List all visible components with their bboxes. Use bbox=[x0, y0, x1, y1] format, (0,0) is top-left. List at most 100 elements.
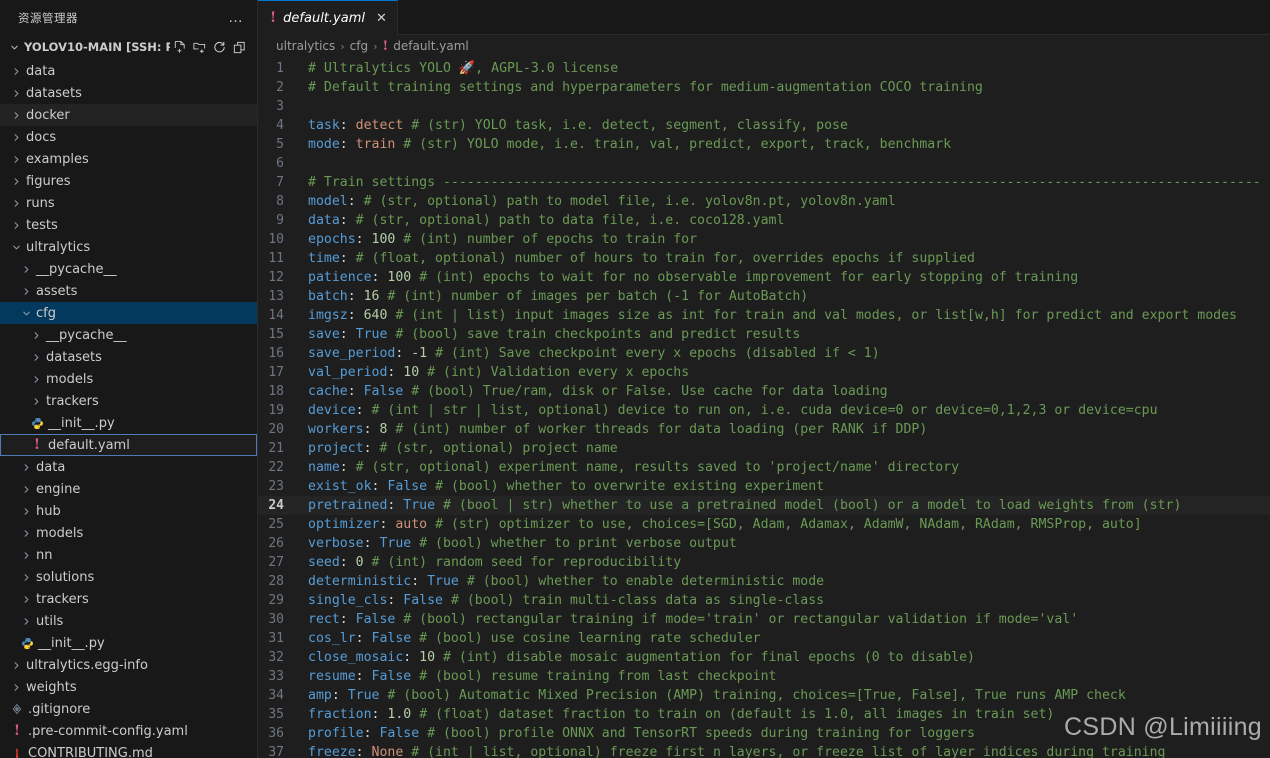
tab-default-yaml[interactable]: ! default.yaml ✕ bbox=[258, 0, 398, 35]
code-line[interactable]: 17 val_period: 10 # (int) Validation ever… bbox=[258, 363, 1270, 382]
code-line[interactable]: 15 save: True # (bool) save train checkpo… bbox=[258, 325, 1270, 344]
chevron-right-icon[interactable] bbox=[18, 286, 34, 297]
code-line[interactable]: 28 deterministic: True # (bool) whether t… bbox=[258, 572, 1270, 591]
code-line[interactable]: 3 bbox=[258, 97, 1270, 116]
code-line[interactable]: 1 # Ultralytics YOLO 🚀, AGPL-3.0 license bbox=[258, 59, 1270, 78]
collapse-all-icon[interactable] bbox=[232, 40, 247, 55]
chevron-right-icon[interactable] bbox=[8, 154, 24, 165]
code-line[interactable]: 7 # Train settings ----------------------… bbox=[258, 173, 1270, 192]
chevron-right-icon[interactable] bbox=[8, 198, 24, 209]
chevron-right-icon[interactable] bbox=[18, 462, 34, 473]
code-line[interactable]: 23 exist_ok: False # (bool) whether to ov… bbox=[258, 477, 1270, 496]
tree-item-default-yaml[interactable]: ! default.yaml bbox=[0, 434, 257, 456]
tree-item-solutions[interactable]: solutions bbox=[0, 566, 257, 588]
code-line[interactable]: 5 mode: train # (str) YOLO mode, i.e. tra… bbox=[258, 135, 1270, 154]
tree-item-data[interactable]: data bbox=[0, 60, 257, 82]
tree-item-cfg[interactable]: cfg bbox=[0, 302, 257, 324]
new-file-icon[interactable] bbox=[172, 40, 187, 55]
chevron-right-icon[interactable] bbox=[8, 682, 24, 693]
code-line[interactable]: 2 # Default training settings and hyperpa… bbox=[258, 78, 1270, 97]
new-folder-icon[interactable] bbox=[192, 40, 207, 55]
code-line[interactable]: 6 bbox=[258, 154, 1270, 173]
tree-item-models[interactable]: models bbox=[0, 522, 257, 544]
code-line[interactable]: 21 project: # (str, optional) project nam… bbox=[258, 439, 1270, 458]
chevron-right-icon[interactable] bbox=[8, 220, 24, 231]
breadcrumb-item-1[interactable]: cfg bbox=[350, 39, 368, 53]
tree-item-tests[interactable]: tests bbox=[0, 214, 257, 236]
tree-item-pycache[interactable]: __pycache__ bbox=[0, 324, 257, 346]
tree-item-init-py[interactable]: __init__.py bbox=[0, 632, 257, 654]
code-line[interactable]: 37 freeze: None # (int | list, optional) … bbox=[258, 743, 1270, 758]
code-line[interactable]: 33 resume: False # (bool) resume training… bbox=[258, 667, 1270, 686]
chevron-right-icon[interactable] bbox=[8, 176, 24, 187]
explorer-more-actions-icon[interactable]: … bbox=[222, 10, 249, 25]
tree-item-utils[interactable]: utils bbox=[0, 610, 257, 632]
tree-item-nn[interactable]: nn bbox=[0, 544, 257, 566]
code-line[interactable]: 30 rect: False # (bool) rectangular train… bbox=[258, 610, 1270, 629]
tree-item-datasets[interactable]: datasets bbox=[0, 82, 257, 104]
code-line[interactable]: 24 pretrained: True # (bool | str) whethe… bbox=[258, 496, 1270, 515]
code-line[interactable]: 14 imgsz: 640 # (int | list) input images… bbox=[258, 306, 1270, 325]
chevron-right-icon[interactable] bbox=[8, 110, 24, 121]
code-line[interactable]: 22 name: # (str, optional) experiment nam… bbox=[258, 458, 1270, 477]
tree-item-docs[interactable]: docs bbox=[0, 126, 257, 148]
chevron-right-icon[interactable] bbox=[28, 352, 44, 363]
chevron-right-icon[interactable] bbox=[8, 660, 24, 671]
chevron-right-icon[interactable] bbox=[18, 616, 34, 627]
chevron-right-icon[interactable] bbox=[28, 396, 44, 407]
tree-item-assets[interactable]: assets bbox=[0, 280, 257, 302]
tree-item-examples[interactable]: examples bbox=[0, 148, 257, 170]
code-line[interactable]: 19 device: # (int | str | list, optional)… bbox=[258, 401, 1270, 420]
chevron-right-icon[interactable] bbox=[18, 264, 34, 275]
code-line[interactable]: 9 data: # (str, optional) path to data fi… bbox=[258, 211, 1270, 230]
tree-item-init-py[interactable]: __init__.py bbox=[0, 412, 257, 434]
code-line[interactable]: 10 epochs: 100 # (int) number of epochs t… bbox=[258, 230, 1270, 249]
code-line[interactable]: 16 save_period: -1 # (int) Save checkpoin… bbox=[258, 344, 1270, 363]
chevron-right-icon[interactable] bbox=[18, 550, 34, 561]
code-line[interactable]: 34 amp: True # (bool) Automatic Mixed Pre… bbox=[258, 686, 1270, 705]
tree-item-pycache[interactable]: __pycache__ bbox=[0, 258, 257, 280]
chevron-right-icon[interactable] bbox=[18, 594, 34, 605]
code-line[interactable]: 4 task: detect # (str) YOLO task, i.e. de… bbox=[258, 116, 1270, 135]
code-editor[interactable]: 1 # Ultralytics YOLO 🚀, AGPL-3.0 license 2… bbox=[258, 57, 1270, 758]
chevron-right-icon[interactable] bbox=[8, 132, 24, 143]
chevron-right-icon[interactable] bbox=[18, 528, 34, 539]
chevron-right-icon[interactable] bbox=[18, 484, 34, 495]
chevron-right-icon[interactable] bbox=[18, 572, 34, 583]
code-line[interactable]: 13 batch: 16 # (int) number of images per… bbox=[258, 287, 1270, 306]
code-line[interactable]: 20 workers: 8 # (int) number of worker th… bbox=[258, 420, 1270, 439]
chevron-down-icon[interactable] bbox=[8, 242, 24, 253]
explorer-root-row[interactable]: YOLOV10-MAIN [SSH: R... bbox=[0, 35, 257, 59]
code-line[interactable]: 26 verbose: True # (bool) whether to prin… bbox=[258, 534, 1270, 553]
tree-item-weights[interactable]: weights bbox=[0, 676, 257, 698]
tree-item-trackers[interactable]: trackers bbox=[0, 390, 257, 412]
chevron-right-icon[interactable] bbox=[18, 506, 34, 517]
breadcrumb-item-2[interactable]: default.yaml bbox=[393, 39, 469, 53]
close-icon[interactable]: ✕ bbox=[372, 11, 387, 26]
chevron-right-icon[interactable] bbox=[8, 66, 24, 77]
code-line[interactable]: 35 fraction: 1.0 # (float) dataset fracti… bbox=[258, 705, 1270, 724]
tree-item-figures[interactable]: figures bbox=[0, 170, 257, 192]
tree-item-trackers[interactable]: trackers bbox=[0, 588, 257, 610]
tree-item-data[interactable]: data bbox=[0, 456, 257, 478]
tree-item-ultralytics-egg-info[interactable]: ultralytics.egg-info bbox=[0, 654, 257, 676]
refresh-icon[interactable] bbox=[212, 40, 227, 55]
code-line[interactable]: 8 model: # (str, optional) path to model … bbox=[258, 192, 1270, 211]
code-line[interactable]: 18 cache: False # (bool) True/ram, disk o… bbox=[258, 382, 1270, 401]
breadcrumb-item-0[interactable]: ultralytics bbox=[276, 39, 335, 53]
chevron-right-icon[interactable] bbox=[28, 330, 44, 341]
chevron-down-icon[interactable] bbox=[18, 308, 34, 319]
code-line[interactable]: 32 close_mosaic: 10 # (int) disable mosai… bbox=[258, 648, 1270, 667]
tree-item-hub[interactable]: hub bbox=[0, 500, 257, 522]
code-line[interactable]: 29 single_cls: False # (bool) train multi… bbox=[258, 591, 1270, 610]
chevron-right-icon[interactable] bbox=[8, 88, 24, 99]
code-line[interactable]: 12 patience: 100 # (int) epochs to wait f… bbox=[258, 268, 1270, 287]
code-line[interactable]: 27 seed: 0 # (int) random seed for reprod… bbox=[258, 553, 1270, 572]
tree-item-datasets[interactable]: datasets bbox=[0, 346, 257, 368]
tree-item-docker[interactable]: docker bbox=[0, 104, 257, 126]
code-line[interactable]: 11 time: # (float, optional) number of ho… bbox=[258, 249, 1270, 268]
tree-item-pre-commit-config-yaml[interactable]: ! .pre-commit-config.yaml bbox=[0, 720, 257, 742]
tree-item-models[interactable]: models bbox=[0, 368, 257, 390]
chevron-right-icon[interactable] bbox=[28, 374, 44, 385]
code-line[interactable]: 31 cos_lr: False # (bool) use cosine lear… bbox=[258, 629, 1270, 648]
